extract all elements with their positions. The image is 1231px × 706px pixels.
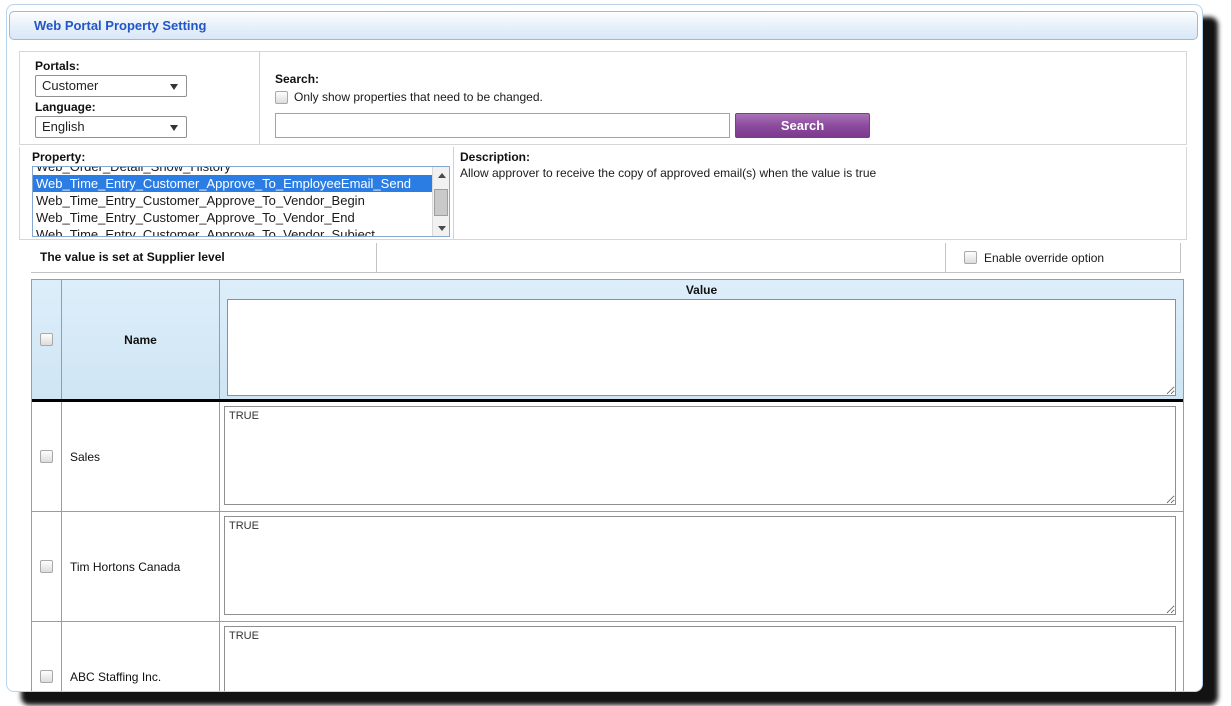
triangle-down-icon — [438, 226, 446, 231]
enable-override-label: Enable override option — [984, 251, 1104, 265]
status-strip: The value is set at Supplier level Enabl… — [31, 243, 1181, 273]
portals-select[interactable]: Customer — [35, 75, 187, 97]
row-checkbox[interactable] — [40, 560, 53, 573]
chevron-down-icon — [170, 125, 178, 131]
override-cell: Enable override option — [946, 243, 1181, 273]
value-column-header: Value — [220, 280, 1183, 299]
scroll-down-button[interactable] — [433, 220, 450, 236]
row-value-textarea[interactable] — [224, 406, 1176, 505]
row-value-textarea[interactable] — [224, 516, 1176, 615]
table-row: Tim Hortons Canada — [32, 512, 1183, 622]
name-column-header: Name — [62, 280, 220, 399]
row-value-cell — [220, 402, 1183, 511]
page-title: Web Portal Property Setting — [10, 12, 1197, 39]
row-value-textarea[interactable] — [224, 626, 1176, 692]
search-input[interactable] — [275, 113, 730, 138]
value-level-text: The value is set at Supplier level — [31, 243, 377, 273]
row-checkbox[interactable] — [40, 670, 53, 683]
only-changed-checkbox-label: Only show properties that need to be cha… — [294, 90, 543, 104]
property-list-item[interactable]: Web_Time_Entry_Customer_Approve_To_Vendo… — [33, 226, 432, 236]
portals-select-value: Customer — [42, 78, 98, 93]
search-pane: Search: Only show properties that need t… — [260, 52, 1186, 144]
row-name: Sales — [62, 402, 220, 511]
language-select[interactable]: English — [35, 116, 187, 138]
title-bar: Web Portal Property Setting — [9, 11, 1198, 40]
scroll-up-button[interactable] — [433, 167, 450, 183]
table-row: ABC Staffing Inc. — [32, 622, 1183, 692]
enable-override-checkbox[interactable] — [964, 251, 977, 264]
portal-language-pane: Portals: Customer Language: English — [20, 52, 260, 144]
property-list-item[interactable]: Web_Time_Entry_Customer_Approve_To_Vendo… — [33, 192, 432, 209]
portals-label: Portals: — [35, 59, 259, 73]
table-header-row: Name Value — [32, 280, 1183, 402]
row-value-cell — [220, 512, 1183, 621]
search-label: Search: — [275, 72, 1186, 86]
row-check-cell — [32, 512, 62, 621]
property-pane: Property: Web_Order_Detail_Show_HistoryW… — [20, 147, 454, 239]
table-body: SalesTim Hortons CanadaABC Staffing Inc. — [32, 402, 1183, 692]
row-check-cell — [32, 402, 62, 511]
header-value-textarea[interactable] — [227, 299, 1176, 396]
chevron-down-icon — [170, 84, 178, 90]
value-column-header-cell: Value — [220, 280, 1183, 399]
property-label: Property: — [32, 150, 453, 164]
property-list-item[interactable]: Web_Time_Entry_Customer_Approve_To_Emplo… — [33, 175, 432, 192]
status-spacer — [377, 243, 946, 273]
language-select-value: English — [42, 119, 85, 134]
property-list-viewport: Web_Order_Detail_Show_HistoryWeb_Time_En… — [33, 167, 432, 236]
description-label: Description: — [460, 150, 1186, 164]
description-pane: Description: Allow approver to receive t… — [454, 147, 1186, 239]
row-value-cell — [220, 622, 1183, 692]
property-listbox[interactable]: Web_Order_Detail_Show_HistoryWeb_Time_En… — [32, 166, 450, 237]
language-label: Language: — [35, 100, 259, 114]
search-button[interactable]: Search — [735, 113, 870, 138]
description-text: Allow approver to receive the copy of ap… — [460, 166, 1186, 180]
row-check-cell — [32, 622, 62, 692]
row-name: Tim Hortons Canada — [62, 512, 220, 621]
filter-search-section: Portals: Customer Language: English Sear… — [19, 51, 1187, 145]
property-description-section: Property: Web_Order_Detail_Show_HistoryW… — [19, 147, 1187, 240]
header-check-cell — [32, 280, 62, 399]
select-all-checkbox[interactable] — [40, 333, 53, 346]
only-changed-checkbox[interactable] — [275, 91, 288, 104]
row-checkbox[interactable] — [40, 450, 53, 463]
listbox-scrollbar[interactable] — [432, 167, 449, 236]
triangle-up-icon — [438, 173, 446, 178]
table-row: Sales — [32, 402, 1183, 512]
values-table: Name Value SalesTim Hortons CanadaABC St… — [31, 279, 1184, 692]
scrollbar-thumb[interactable] — [434, 189, 448, 216]
property-list-item[interactable]: Web_Time_Entry_Customer_Approve_To_Vendo… — [33, 209, 432, 226]
web-portal-property-setting-window: Web Portal Property Setting Portals: Cus… — [6, 4, 1203, 692]
property-list-item[interactable]: Web_Order_Detail_Show_History — [33, 167, 432, 175]
row-name: ABC Staffing Inc. — [62, 622, 220, 692]
